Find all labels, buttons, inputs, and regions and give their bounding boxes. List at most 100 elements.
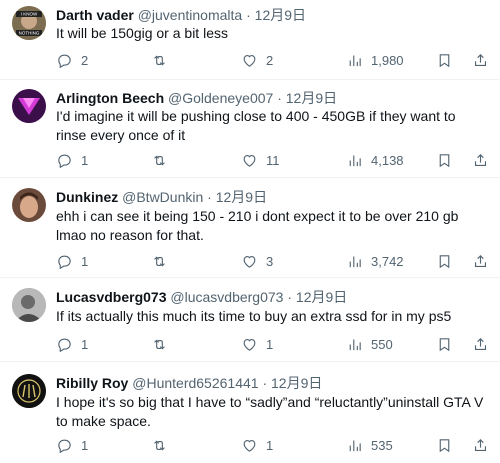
share-button[interactable] — [472, 50, 489, 70]
bookmark-icon — [439, 337, 450, 351]
like-button[interactable]: 3 — [241, 251, 273, 271]
retweet-button[interactable] — [151, 50, 176, 70]
views-button[interactable]: 550 — [346, 334, 393, 354]
avatar-image: I KNOW NOTHING — [12, 6, 46, 40]
tweet-header: Ribilly Roy @Hunterd65261441 · 12月9日 — [56, 374, 322, 392]
avatar-image — [12, 89, 46, 123]
user-handle[interactable]: @lucasvdberg073 — [170, 289, 283, 305]
bookmark-button[interactable] — [436, 150, 453, 170]
views-button[interactable]: 1,980 — [346, 50, 404, 70]
reply-icon — [58, 439, 71, 453]
tweet-date[interactable]: 12月9日 — [296, 289, 347, 305]
like-count: 3 — [266, 253, 274, 269]
tweet[interactable]: Arlington Beech @Goldeneye007 · 12月9日 I'… — [0, 80, 500, 178]
heart-icon — [243, 54, 256, 67]
bookmark-button[interactable] — [436, 435, 453, 455]
retweet-button[interactable] — [151, 334, 176, 354]
share-button[interactable] — [472, 251, 489, 271]
bookmark-button[interactable] — [436, 50, 453, 70]
tweet-actions: 1 11 4,138 — [56, 150, 489, 170]
avatar-image — [12, 188, 46, 222]
share-button[interactable] — [472, 435, 489, 455]
retweet-button[interactable] — [151, 251, 176, 271]
avatar[interactable] — [12, 374, 46, 408]
reply-icon — [58, 255, 71, 269]
bookmark-button[interactable] — [436, 251, 453, 271]
tweet-actions: 1 1 550 — [56, 334, 489, 354]
reply-button[interactable]: 1 — [56, 334, 88, 354]
retweet-button[interactable] — [151, 435, 176, 455]
bookmark-icon — [439, 438, 450, 452]
user-handle[interactable]: @BtwDunkin — [122, 189, 203, 205]
like-button[interactable]: 1 — [241, 435, 273, 455]
tweet[interactable]: Ribilly Roy @Hunterd65261441 · 12月9日 I h… — [0, 362, 500, 463]
reply-button[interactable]: 1 — [56, 150, 88, 170]
tweet-text: I hope it's so big that I have to “sadly… — [56, 394, 484, 429]
views-button[interactable]: 4,138 — [346, 150, 404, 170]
retweet-button[interactable] — [151, 150, 176, 170]
tweet[interactable]: Lucasvdberg073 @lucasvdberg073 · 12月9日 I… — [0, 278, 500, 362]
tweet-date[interactable]: 12月9日 — [286, 90, 337, 106]
reply-icon — [58, 154, 71, 168]
tweet-date[interactable]: 12月9日 — [271, 375, 322, 391]
bookmark-icon — [439, 153, 450, 167]
display-name[interactable]: Arlington Beech — [56, 90, 164, 106]
bookmark-icon — [439, 53, 450, 67]
tweet[interactable]: I KNOW NOTHING Darth vader @juventinomal… — [0, 0, 500, 80]
tweet-date[interactable]: 12月9日 — [216, 189, 267, 205]
analytics-icon — [349, 155, 361, 166]
svg-text:NOTHING: NOTHING — [19, 31, 40, 36]
like-count: 1 — [266, 336, 274, 352]
like-count: 2 — [266, 52, 274, 68]
views-button[interactable]: 535 — [346, 435, 393, 455]
tweet[interactable]: Dunkinez @BtwDunkin · 12月9日 ehh i can se… — [0, 178, 500, 278]
retweet-icon — [154, 439, 165, 451]
heart-icon — [243, 338, 256, 351]
avatar[interactable] — [12, 188, 46, 222]
separator-dot: · — [246, 7, 251, 23]
reply-count: 1 — [81, 253, 89, 269]
reply-icon — [58, 54, 71, 68]
avatar[interactable] — [12, 89, 46, 123]
reply-icon — [58, 338, 71, 352]
avatar[interactable] — [12, 288, 46, 322]
display-name[interactable]: Lucasvdberg073 — [56, 289, 167, 305]
tweet-text: ehh i can see it being 150 - 210 i dont … — [56, 208, 459, 243]
view-count: 4,138 — [371, 152, 404, 168]
reply-button[interactable]: 2 — [56, 50, 88, 70]
analytics-icon — [349, 440, 361, 451]
tweet-date[interactable]: 12月9日 — [255, 7, 306, 23]
avatar-image — [12, 374, 46, 408]
analytics-icon — [349, 256, 361, 267]
user-handle[interactable]: @Goldeneye007 — [168, 90, 273, 106]
reply-feed: I KNOW NOTHING Darth vader @juventinomal… — [0, 0, 500, 463]
display-name[interactable]: Dunkinez — [56, 189, 118, 205]
like-button[interactable]: 1 — [241, 334, 273, 354]
retweet-icon — [154, 54, 165, 66]
user-handle[interactable]: @juventinomalta — [138, 7, 243, 23]
analytics-icon — [349, 339, 361, 350]
svg-text:I KNOW: I KNOW — [21, 12, 38, 17]
share-button[interactable] — [472, 150, 489, 170]
avatar[interactable]: I KNOW NOTHING — [12, 6, 46, 40]
retweet-icon — [154, 154, 165, 166]
like-button[interactable]: 11 — [241, 150, 280, 170]
user-handle[interactable]: @Hunterd65261441 — [132, 375, 258, 391]
bookmark-button[interactable] — [436, 334, 453, 354]
share-icon — [474, 153, 487, 166]
display-name[interactable]: Ribilly Roy — [56, 375, 128, 391]
like-button[interactable]: 2 — [241, 50, 273, 70]
retweet-icon — [154, 255, 165, 267]
display-name[interactable]: Darth vader — [56, 7, 134, 23]
view-count: 3,742 — [371, 253, 404, 269]
reply-count: 1 — [81, 336, 89, 352]
share-icon — [474, 337, 487, 350]
reply-button[interactable]: 1 — [56, 435, 88, 455]
view-count: 535 — [371, 437, 393, 453]
separator-dot: · — [207, 189, 212, 205]
reply-count: 1 — [81, 437, 89, 453]
views-button[interactable]: 3,742 — [346, 251, 404, 271]
reply-button[interactable]: 1 — [56, 251, 88, 271]
heart-icon — [243, 439, 256, 452]
share-button[interactable] — [472, 334, 489, 354]
